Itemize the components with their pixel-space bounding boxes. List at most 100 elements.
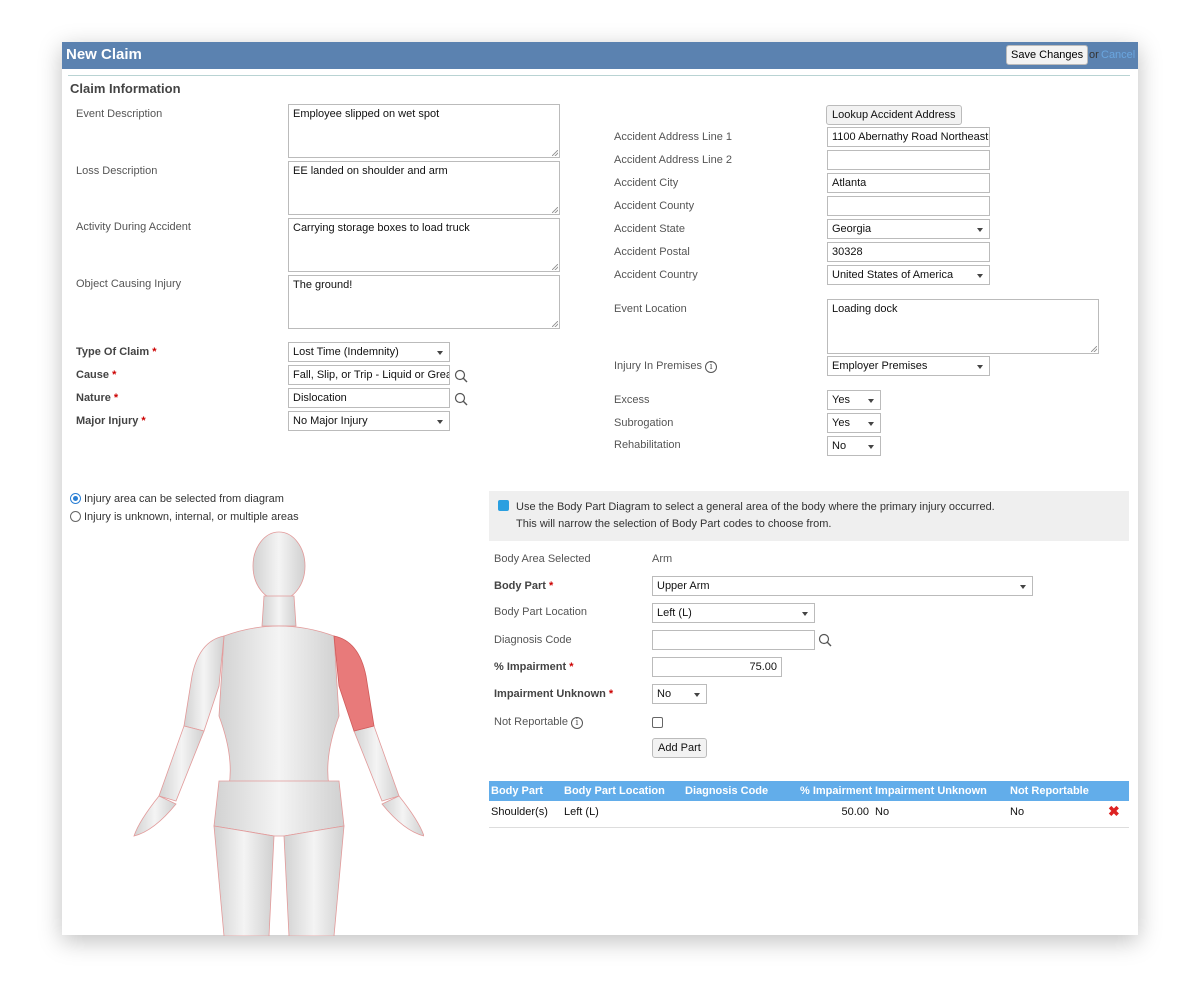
section-title: Claim Information xyxy=(70,81,181,96)
hips xyxy=(213,780,345,837)
body-part-select[interactable]: Upper Arm xyxy=(652,576,1033,596)
table-row: Shoulder(s) Left (L) 50.00 No No ✖ xyxy=(489,801,1129,828)
premises-select[interactable]: Employer Premises xyxy=(827,356,990,376)
body-diagram[interactable] xyxy=(124,526,424,936)
table-header: Body Part Body Part Location Diagnosis C… xyxy=(489,781,1129,801)
cell-body-part: Shoulder(s) xyxy=(491,806,548,818)
info-icon[interactable]: i xyxy=(571,717,583,729)
body-area-label: Body Area Selected xyxy=(494,553,591,565)
body-part-location-label: Body Part Location xyxy=(494,606,587,618)
premises-label: Injury In Premises i xyxy=(614,360,718,373)
state-label: Accident State xyxy=(614,223,685,235)
or-text: or xyxy=(1089,49,1099,61)
left-leg xyxy=(283,825,345,936)
impairment-input[interactable]: 75.00 xyxy=(652,657,782,677)
delete-icon[interactable]: ✖ xyxy=(1108,803,1120,820)
country-select[interactable]: United States of America xyxy=(827,265,990,285)
address2-label: Accident Address Line 2 xyxy=(614,154,733,166)
not-reportable-label: Not Reportable i xyxy=(494,716,583,729)
diagnosis-code-label: Diagnosis Code xyxy=(494,634,572,646)
torso xyxy=(218,625,340,787)
county-input[interactable] xyxy=(827,196,990,216)
impairment-label: % Impairment * xyxy=(494,661,574,673)
info-arrow-icon xyxy=(498,500,509,511)
postal-label: Accident Postal xyxy=(614,246,690,258)
postal-input[interactable]: 30328 xyxy=(827,242,990,262)
event-location-label: Event Location xyxy=(614,303,687,315)
right-upper-arm xyxy=(183,635,225,732)
cancel-link[interactable]: Cancel xyxy=(1101,49,1135,61)
new-claim-panel: New Claim Save Changes or Cancel Claim I… xyxy=(62,42,1138,936)
save-changes-button[interactable]: Save Changes xyxy=(1006,45,1089,65)
col-diagnosis-code: Diagnosis Code xyxy=(685,785,769,797)
activity-input[interactable]: Carrying storage boxes to load truck xyxy=(288,218,560,272)
loss-description-input[interactable]: EE landed on shoulder and arm xyxy=(288,161,560,215)
object-label: Object Causing Injury xyxy=(76,278,182,290)
left-forearm xyxy=(353,725,400,802)
major-injury-select[interactable]: No Major Injury xyxy=(288,411,450,431)
cell-location: Left (L) xyxy=(564,806,599,818)
cause-search-icon[interactable] xyxy=(454,369,468,383)
add-part-button[interactable]: Add Part xyxy=(652,738,707,758)
address1-input[interactable]: 1100 Abernathy Road Northeast xyxy=(827,127,990,147)
city-label: Accident City xyxy=(614,177,679,189)
loss-description-label: Loss Description xyxy=(76,165,158,177)
subrogation-select[interactable]: Yes xyxy=(827,413,881,433)
rehabilitation-label: Rehabilitation xyxy=(614,439,681,451)
major-injury-label: Major Injury * xyxy=(76,415,146,427)
page-title: New Claim xyxy=(66,46,142,63)
cell-impairment: 50.00 xyxy=(841,806,869,818)
country-label: Accident Country xyxy=(614,269,698,281)
info-icon[interactable]: i xyxy=(705,361,718,373)
impairment-unknown-label: Impairment Unknown * xyxy=(494,688,614,700)
event-description-input[interactable]: Employee slipped on wet spot xyxy=(288,104,560,158)
header-bar: New Claim Save Changes or Cancel xyxy=(62,42,1138,69)
col-not-reportable: Not Reportable xyxy=(1010,785,1089,797)
object-input[interactable]: The ground! xyxy=(288,275,560,329)
radio-diagram[interactable] xyxy=(70,493,81,504)
radio-unknown[interactable] xyxy=(70,511,81,522)
left-upper-arm-selected xyxy=(333,635,375,732)
left-hand xyxy=(381,795,424,837)
not-reportable-checkbox[interactable] xyxy=(652,717,663,728)
info-line-2: This will narrow the selection of Body P… xyxy=(516,518,832,530)
impairment-unknown-select[interactable]: No xyxy=(652,684,707,704)
state-select[interactable]: Georgia xyxy=(827,219,990,239)
nature-input[interactable]: Dislocation xyxy=(288,388,450,408)
event-description-label: Event Description xyxy=(76,108,163,120)
rehabilitation-select[interactable]: No xyxy=(827,436,881,456)
activity-label: Activity During Accident xyxy=(76,221,191,233)
city-input[interactable]: Atlanta xyxy=(827,173,990,193)
right-leg xyxy=(213,825,275,936)
excess-label: Excess xyxy=(614,394,650,406)
radio-unknown-label: Injury is unknown, internal, or multiple… xyxy=(84,511,299,523)
nature-label: Nature * xyxy=(76,392,119,404)
address1-label: Accident Address Line 1 xyxy=(614,131,733,143)
col-impairment-unknown: Impairment Unknown xyxy=(875,785,987,797)
type-of-claim-select[interactable]: Lost Time (Indemnity) xyxy=(288,342,450,362)
subrogation-label: Subrogation xyxy=(614,417,674,429)
lookup-address-button[interactable]: Lookup Accident Address xyxy=(826,105,962,125)
nature-search-icon[interactable] xyxy=(454,392,468,406)
diagnosis-code-input[interactable] xyxy=(652,630,815,650)
radio-diagram-label: Injury area can be selected from diagram xyxy=(84,493,284,505)
county-label: Accident County xyxy=(614,200,695,212)
neck xyxy=(261,595,297,627)
divider xyxy=(68,75,1130,76)
right-hand xyxy=(133,795,177,837)
address2-input[interactable] xyxy=(827,150,990,170)
info-line-1: Use the Body Part Diagram to select a ge… xyxy=(516,501,995,513)
event-location-input[interactable]: Loading dock xyxy=(827,299,1099,354)
excess-select[interactable]: Yes xyxy=(827,390,881,410)
cause-input[interactable]: Fall, Slip, or Trip - Liquid or Grease xyxy=(288,365,450,385)
type-of-claim-label: Type Of Claim * xyxy=(76,346,157,358)
cause-label: Cause * xyxy=(76,369,117,381)
diagnosis-search-icon[interactable] xyxy=(818,633,832,647)
head xyxy=(252,531,306,601)
col-body-part: Body Part xyxy=(491,785,543,797)
body-part-label: Body Part * xyxy=(494,580,554,592)
body-area-value: Arm xyxy=(652,553,673,565)
body-part-location-select[interactable]: Left (L) xyxy=(652,603,815,623)
col-body-part-location: Body Part Location xyxy=(564,785,665,797)
cell-not-reportable: No xyxy=(1010,806,1025,818)
